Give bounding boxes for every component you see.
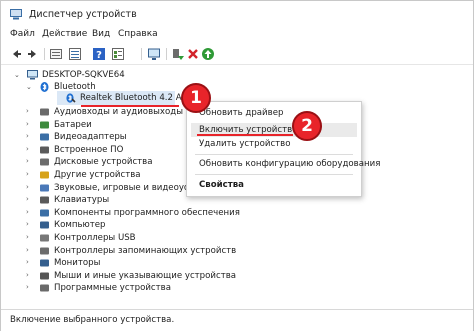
details-icon[interactable] xyxy=(111,47,125,61)
tree-category-label: Батареи xyxy=(54,119,92,130)
bluetooth-icon xyxy=(40,82,49,92)
computer-icon xyxy=(40,221,49,229)
callout-badge-1: 1 xyxy=(181,83,211,113)
menu-remove-device[interactable]: Удалить устройство xyxy=(199,139,291,149)
tree-category-row[interactable]: › Контроллеры USB xyxy=(26,232,367,244)
list-icon[interactable] xyxy=(68,47,82,61)
callout-badge-2: 2 xyxy=(292,111,322,141)
chevron-right-icon[interactable]: › xyxy=(26,234,33,241)
tree-category-label: Звуковые, игровые и видеоустр xyxy=(54,182,200,193)
tree-category-label: Контроллеры запоминающих устройств xyxy=(54,245,237,256)
disk-drive-icon xyxy=(40,158,49,166)
tree-category-label: Дисковые устройства xyxy=(54,157,153,168)
menu-scan-hardware[interactable]: Обновить конфигурацию оборудования xyxy=(199,159,380,169)
tree-category-label: Встроенное ПО xyxy=(54,144,124,155)
tree-category-row[interactable]: › Компьютер xyxy=(26,219,367,231)
sound-video-icon xyxy=(40,184,49,192)
root-label: DESKTOP-SQKVE64 xyxy=(42,70,125,80)
menu-bar: Файл Действие Вид Справка xyxy=(1,28,473,44)
chevron-down-icon[interactable]: ⌄ xyxy=(14,72,21,79)
chevron-right-icon[interactable]: › xyxy=(26,284,33,291)
monitor-icon xyxy=(40,259,49,267)
context-menu: Обновить драйвер Включить устройство Уда… xyxy=(186,101,380,197)
tree-category-label: Мониторы xyxy=(54,258,101,269)
chevron-right-icon[interactable]: › xyxy=(26,183,33,191)
tree-category-row[interactable]: › Мониторы xyxy=(26,257,367,269)
tree-category-row[interactable]: › Компоненты программного обеспечения xyxy=(26,207,367,219)
toolbar-divider xyxy=(141,48,142,60)
properties-icon[interactable] xyxy=(49,47,63,61)
chevron-right-icon[interactable]: › xyxy=(26,108,33,115)
chevron-right-icon[interactable]: › xyxy=(26,259,33,266)
help-icon[interactable]: ? xyxy=(92,47,106,61)
enable-device-icon[interactable] xyxy=(171,47,185,61)
software-device-icon xyxy=(40,284,49,292)
tree-category-label: Программные устройства xyxy=(54,283,171,294)
tree-category-label: Компоненты программного обеспечения xyxy=(54,207,240,218)
software-component-icon xyxy=(40,209,49,217)
svg-text:?: ? xyxy=(96,50,102,61)
update-driver-icon[interactable] xyxy=(201,47,215,61)
status-text: Включение выбранного устройства. xyxy=(10,315,175,325)
battery-icon xyxy=(40,121,49,129)
keyboard-icon xyxy=(40,196,49,204)
menu-action[interactable]: Действие xyxy=(42,29,87,39)
tree-root[interactable]: ⌄ DESKTOP-SQKVE64 xyxy=(14,69,215,81)
usb-controller-icon xyxy=(40,234,49,242)
mouse-icon xyxy=(40,272,49,280)
monitor-icon[interactable] xyxy=(147,47,161,61)
chevron-right-icon[interactable]: › xyxy=(26,208,33,216)
tree-category-label: Контроллеры USB xyxy=(54,233,136,243)
chevron-right-icon[interactable]: › xyxy=(26,221,33,228)
title-bar: Диспетчер устройств xyxy=(1,1,473,27)
bluetooth-device-disabled-icon xyxy=(66,93,76,103)
toolbar: ? xyxy=(1,44,473,65)
menu-update-driver[interactable]: Обновить драйвер xyxy=(199,108,283,118)
forward-arrow-icon[interactable] xyxy=(26,47,40,61)
menu-view[interactable]: Вид xyxy=(92,29,110,39)
storage-controller-icon xyxy=(40,247,49,255)
device-manager-app-icon xyxy=(10,9,22,20)
tree-category-label: Клавиатуры xyxy=(54,195,110,206)
toolbar-divider xyxy=(166,48,167,60)
chevron-right-icon[interactable]: › xyxy=(26,196,33,203)
tree-category-row[interactable]: › Контроллеры запоминающих устройств xyxy=(26,245,367,257)
firmware-icon xyxy=(40,146,49,154)
chevron-right-icon[interactable]: › xyxy=(26,271,33,279)
chevron-right-icon[interactable]: › xyxy=(26,120,33,128)
computer-icon xyxy=(27,70,38,80)
toolbar-divider xyxy=(44,48,45,60)
status-bar: Включение выбранного устройства. xyxy=(1,309,473,332)
menu-separator xyxy=(195,154,353,155)
menu-file[interactable]: Файл xyxy=(10,29,35,39)
menu-help[interactable]: Справка xyxy=(118,29,158,39)
chevron-right-icon[interactable]: › xyxy=(26,246,33,254)
chevron-right-icon[interactable]: › xyxy=(26,133,33,140)
tree-category-label: Мыши и иные указывающие устройства xyxy=(54,270,237,281)
display-adapter-icon xyxy=(40,133,49,141)
window-title: Диспетчер устройств xyxy=(29,9,137,20)
menu-properties[interactable]: Свойства xyxy=(199,180,244,190)
other-devices-icon xyxy=(40,171,49,179)
chevron-right-icon[interactable]: › xyxy=(26,158,33,165)
chevron-right-icon[interactable]: › xyxy=(26,171,33,178)
chevron-right-icon[interactable]: › xyxy=(26,145,33,153)
remove-device-icon[interactable] xyxy=(186,47,200,61)
tree-category-label: Другие устройства xyxy=(54,170,141,180)
device-manager-window: Диспетчер устройств Файл Действие Вид Сп… xyxy=(0,0,474,332)
back-arrow-icon[interactable] xyxy=(9,47,23,61)
chevron-down-icon[interactable]: ⌄ xyxy=(26,84,33,91)
callout-underline-2 xyxy=(197,134,293,136)
tree-category-label: Компьютер xyxy=(54,220,106,231)
audio-io-icon xyxy=(40,108,49,116)
tree-category-label: Аудиовходы и аудиовыходы xyxy=(54,107,183,117)
menu-separator xyxy=(195,174,353,175)
tree-category-label: Видеоадаптеры xyxy=(54,132,127,143)
tree-category-row[interactable]: › Мыши и иные указывающие устройства xyxy=(26,270,367,282)
tree-category-row[interactable]: › Программные устройства xyxy=(26,282,367,294)
